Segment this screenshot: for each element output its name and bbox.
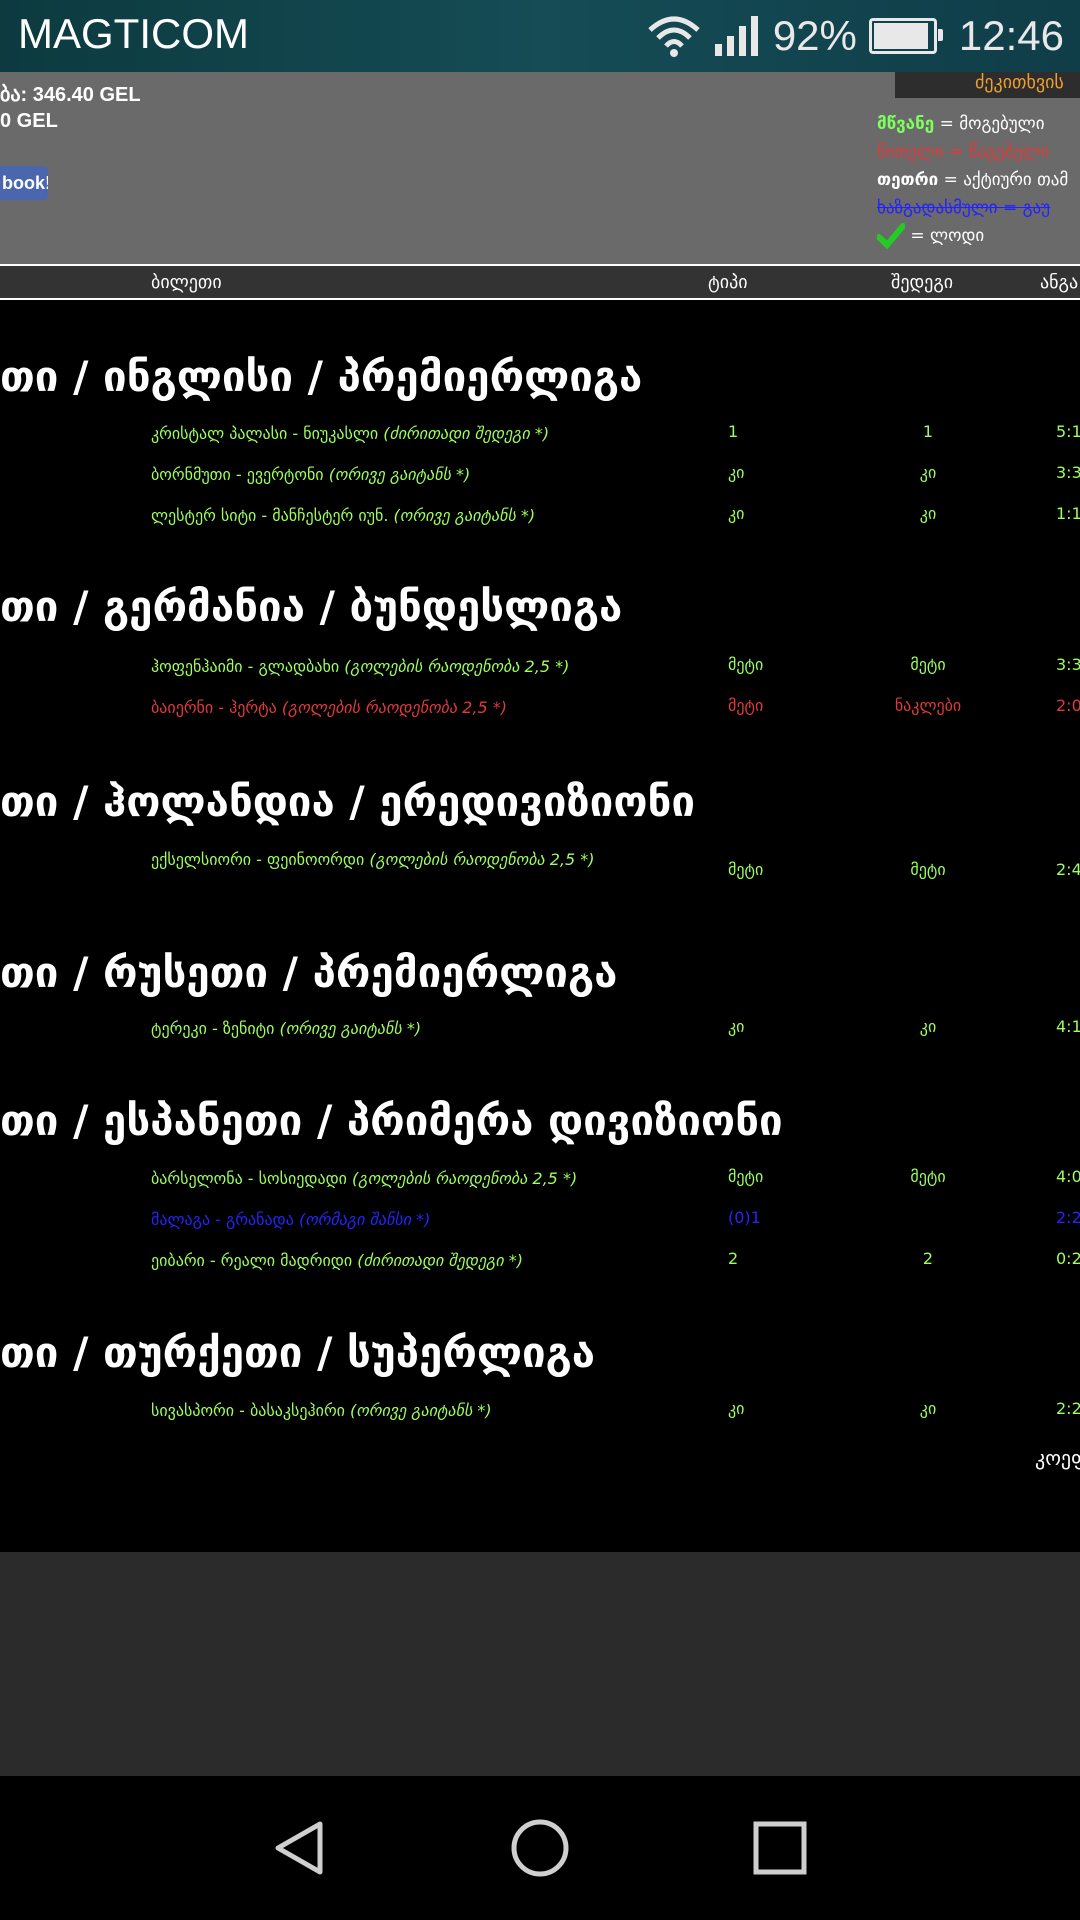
facebook-button[interactable]: book! xyxy=(0,166,48,200)
check-icon xyxy=(877,223,905,249)
home-icon[interactable] xyxy=(508,1816,572,1880)
table-row[interactable]: ბაიერნი - ჰერტა (გოლების რაოდენობა 2,5 *… xyxy=(0,696,1080,736)
account-panel: ბა: 346.40 GEL 0 GEL book! ძეკითხვის მწვ… xyxy=(0,72,1080,264)
read-more-button[interactable]: ძეკითხვის xyxy=(895,72,1080,98)
recents-icon[interactable] xyxy=(748,1816,812,1880)
ticket-table: თი / ინგლისი / პრემიერლიგა კრისტალ პალას… xyxy=(0,300,1080,1552)
league-title: თი / გერმანია / ბუნდესლიგა xyxy=(0,582,623,631)
odds-label: კოეფ xyxy=(1035,1446,1080,1470)
legend-cancelled: ხაზგადასმული = გაუ xyxy=(877,198,1051,218)
table-row[interactable]: ბორნმუთი - ევერტონი (ორივე გაიტანს *) კი… xyxy=(0,463,1080,503)
table-row[interactable]: ექსელსიორი - ფეინოორდი (გოლების რაოდენობ… xyxy=(0,848,1080,902)
header-result: შედეგი xyxy=(891,272,954,293)
table-row[interactable]: ლესტერ სიტი - მანჩესტერ იუნ. (ორივე გაიტ… xyxy=(0,504,1080,544)
back-icon[interactable] xyxy=(268,1816,332,1880)
color-legend: მწვანე = მოგებული წითელი = წაგებული თეთრ… xyxy=(877,110,1080,250)
legend-won: მწვანე = მოგებული xyxy=(877,114,1045,134)
battery-icon xyxy=(868,18,943,54)
table-header: ბილეთი ტიპი შედეგი ანგა xyxy=(0,264,1080,300)
navigation-bar xyxy=(0,1776,1080,1920)
league-title: თი / ინგლისი / პრემიერლიგა xyxy=(0,352,643,401)
bonus-line: 0 GEL xyxy=(0,110,58,132)
table-row[interactable]: მალაგა - გრანადა (ორმაგი შანსი *) (0)1 2… xyxy=(0,1208,1080,1248)
balance-line: ბა: 346.40 GEL xyxy=(0,84,141,106)
header-score: ანგა xyxy=(1040,272,1079,293)
table-row[interactable]: სივასპორი - ბასაკსეჰირი (ორივე გაიტანს *… xyxy=(0,1399,1080,1439)
page-footer-area xyxy=(0,1552,1080,1776)
carrier-name: MAGTICOM xyxy=(18,10,249,57)
table-row[interactable]: ჰოფენჰაიმი - გლადბახი (გოლების რაოდენობა… xyxy=(0,655,1080,695)
table-row[interactable]: კრისტალ პალასი - ნიუკასლი (ძირითადი შედე… xyxy=(0,422,1080,462)
league-title: თი / თურქეთი / სუპერლიგა xyxy=(0,1328,596,1377)
legend-active: თეთრი = აქტიური თამ xyxy=(877,170,1069,190)
signal-icon xyxy=(714,16,758,56)
status-icons: 92% 12:46 xyxy=(647,8,1064,64)
wifi-icon xyxy=(648,16,700,57)
legend-check: = ლოდი xyxy=(877,222,1080,250)
table-row[interactable]: ეიბარი - რეალი მადრიდი (ძირითადი შედეგი … xyxy=(0,1249,1080,1289)
header-type: ტიპი xyxy=(708,272,748,293)
battery-percent: 92% xyxy=(772,12,857,59)
table-row[interactable]: ბარსელონა - სოსიედადი (გოლების რაოდენობა… xyxy=(0,1167,1080,1207)
league-title: თი / რუსეთი / პრემიერლიგა xyxy=(0,948,618,997)
table-row[interactable]: ტერეკი - ზენიტი (ორივე გაიტანს *) კი კი … xyxy=(0,1017,1080,1057)
league-title: თი / ესპანეთი / პრიმერა დივიზიონი xyxy=(0,1096,783,1145)
league-title: თი / ჰოლანდია / ერედივიზიონი xyxy=(0,777,696,826)
status-bar: MAGTICOM 92% 12:46 xyxy=(0,0,1080,72)
clock: 12:46 xyxy=(958,12,1064,59)
header-ticket: ბილეთი xyxy=(151,272,222,293)
legend-lost: წითელი = წაგებული xyxy=(877,142,1050,162)
